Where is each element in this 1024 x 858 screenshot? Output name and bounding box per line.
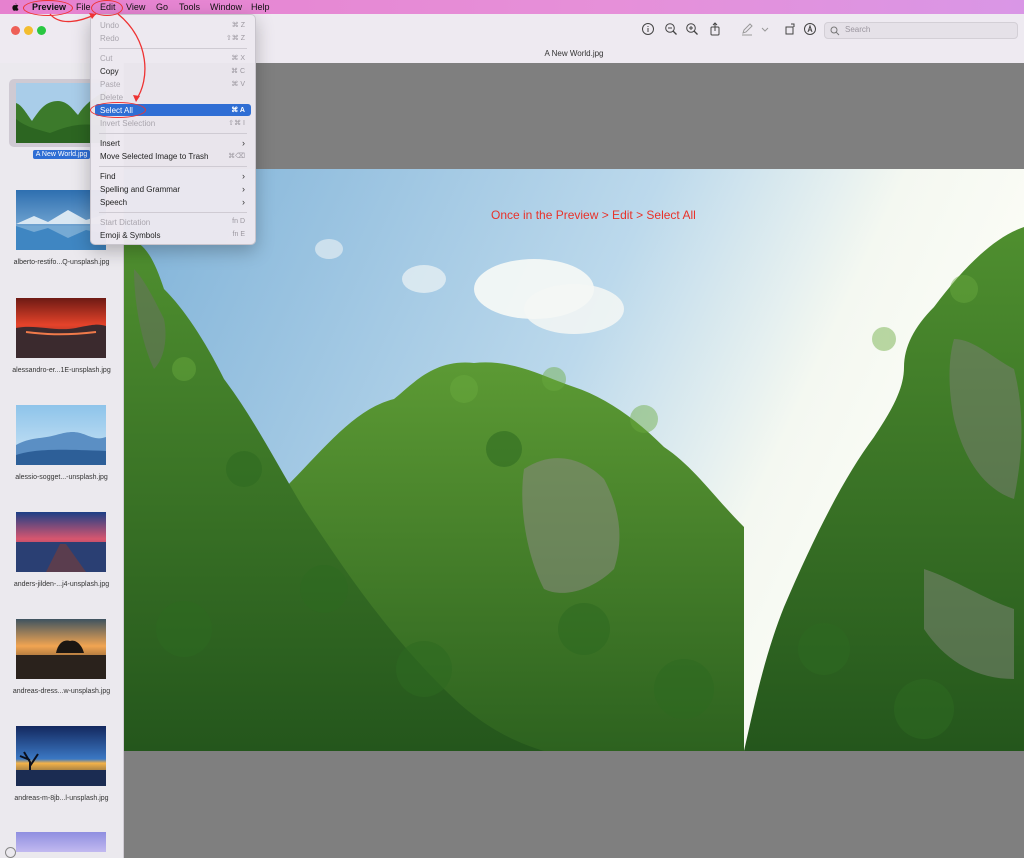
- chevron-right-icon: ›: [242, 171, 245, 181]
- info-icon[interactable]: [641, 22, 655, 36]
- edit-menu-dropdown: Undo ⌘ Z Redo ⇧⌘ Z Cut ⌘ X Copy ⌘ C Paste ⌘ V…: [90, 14, 256, 245]
- menu-separator: [99, 166, 247, 167]
- menu-view[interactable]: View: [126, 1, 145, 13]
- menu-item-paste[interactable]: Paste ⌘ V: [95, 78, 251, 90]
- menu-separator: [99, 133, 247, 134]
- thumbnail-label: andreas-m-8jb...l-unsplash.jpg: [14, 795, 109, 802]
- chevron-right-icon: ›: [242, 138, 245, 148]
- menu-item-undo[interactable]: Undo ⌘ Z: [95, 19, 251, 31]
- search-placeholder: Search: [845, 25, 871, 34]
- annotate-icon[interactable]: [803, 22, 817, 36]
- thumbnail-image: [16, 298, 106, 358]
- menu-item-move-to-trash[interactable]: Move Selected Image to Trash ⌘⌫: [95, 150, 251, 162]
- menu-go[interactable]: Go: [156, 1, 168, 13]
- menu-tools[interactable]: Tools: [179, 1, 200, 13]
- thumbnail-label: alberto-restifo...Q-unsplash.jpg: [13, 259, 110, 266]
- menu-window[interactable]: Window: [210, 1, 242, 13]
- thumbnail-image: [16, 512, 106, 572]
- apple-icon[interactable]: [10, 2, 20, 12]
- menu-item-select-all[interactable]: Select All ⌘ A: [95, 104, 251, 116]
- menu-item-emoji-symbols[interactable]: Emoji & Symbols fn E: [95, 229, 251, 241]
- menu-item-start-dictation[interactable]: Start Dictation fn D: [95, 216, 251, 228]
- thumbnail-label: alessio-sogget...-unsplash.jpg: [15, 474, 108, 481]
- thumbnail-image: [16, 726, 106, 786]
- menu-item-cut[interactable]: Cut ⌘ X: [95, 52, 251, 64]
- menu-separator: [99, 48, 247, 49]
- rotate-icon[interactable]: [783, 22, 797, 36]
- menu-preview[interactable]: Preview: [32, 1, 66, 13]
- zoom-out-icon[interactable]: [664, 22, 678, 36]
- chevron-right-icon: ›: [242, 184, 245, 194]
- close-window-button[interactable]: [11, 26, 20, 35]
- menu-help[interactable]: Help: [251, 1, 270, 13]
- menu-item-copy[interactable]: Copy ⌘ C: [95, 65, 251, 77]
- zoom-window-button[interactable]: [37, 26, 46, 35]
- menu-item-spelling-grammar[interactable]: Spelling and Grammar ›: [95, 183, 251, 195]
- thumbnail-label: anders-jilden-...j4-unsplash.jpg: [13, 581, 110, 588]
- menu-file[interactable]: File: [76, 1, 91, 13]
- menu-item-speech[interactable]: Speech ›: [95, 196, 251, 208]
- menu-separator: [99, 212, 247, 213]
- menu-edit[interactable]: Edit: [100, 1, 116, 13]
- thumbnail-image: [16, 619, 106, 679]
- search-field[interactable]: Search: [824, 22, 1018, 39]
- menu-item-insert[interactable]: Insert ›: [95, 137, 251, 149]
- search-icon: [830, 26, 840, 36]
- menu-bar: Preview File Edit View Go Tools Window H…: [0, 0, 1024, 14]
- chevron-right-icon: ›: [242, 197, 245, 207]
- thumbnail-label: andreas-dress...w-unsplash.jpg: [12, 688, 111, 695]
- chevron-down-icon[interactable]: [760, 22, 770, 36]
- add-page-icon[interactable]: [5, 847, 16, 858]
- minimize-window-button[interactable]: [24, 26, 33, 35]
- zoom-in-icon[interactable]: [685, 22, 699, 36]
- main-image[interactable]: [124, 169, 1024, 751]
- image-canvas: Once in the Preview > Edit > Select All: [124, 63, 1024, 858]
- menu-item-invert-selection[interactable]: Invert Selection ⇧⌘ I: [95, 117, 251, 129]
- tutorial-annotation: Once in the Preview > Edit > Select All: [491, 208, 696, 222]
- thumbnail-image: [16, 405, 106, 465]
- menu-item-delete[interactable]: Delete: [95, 91, 251, 103]
- thumbnail-image: [16, 832, 106, 852]
- menu-item-find[interactable]: Find ›: [95, 170, 251, 182]
- thumbnail-label: alessandro-er...1E-unsplash.jpg: [12, 367, 111, 374]
- menu-item-redo[interactable]: Redo ⇧⌘ Z: [95, 32, 251, 44]
- share-icon[interactable]: [708, 22, 722, 36]
- markup-pen-icon[interactable]: [740, 22, 754, 36]
